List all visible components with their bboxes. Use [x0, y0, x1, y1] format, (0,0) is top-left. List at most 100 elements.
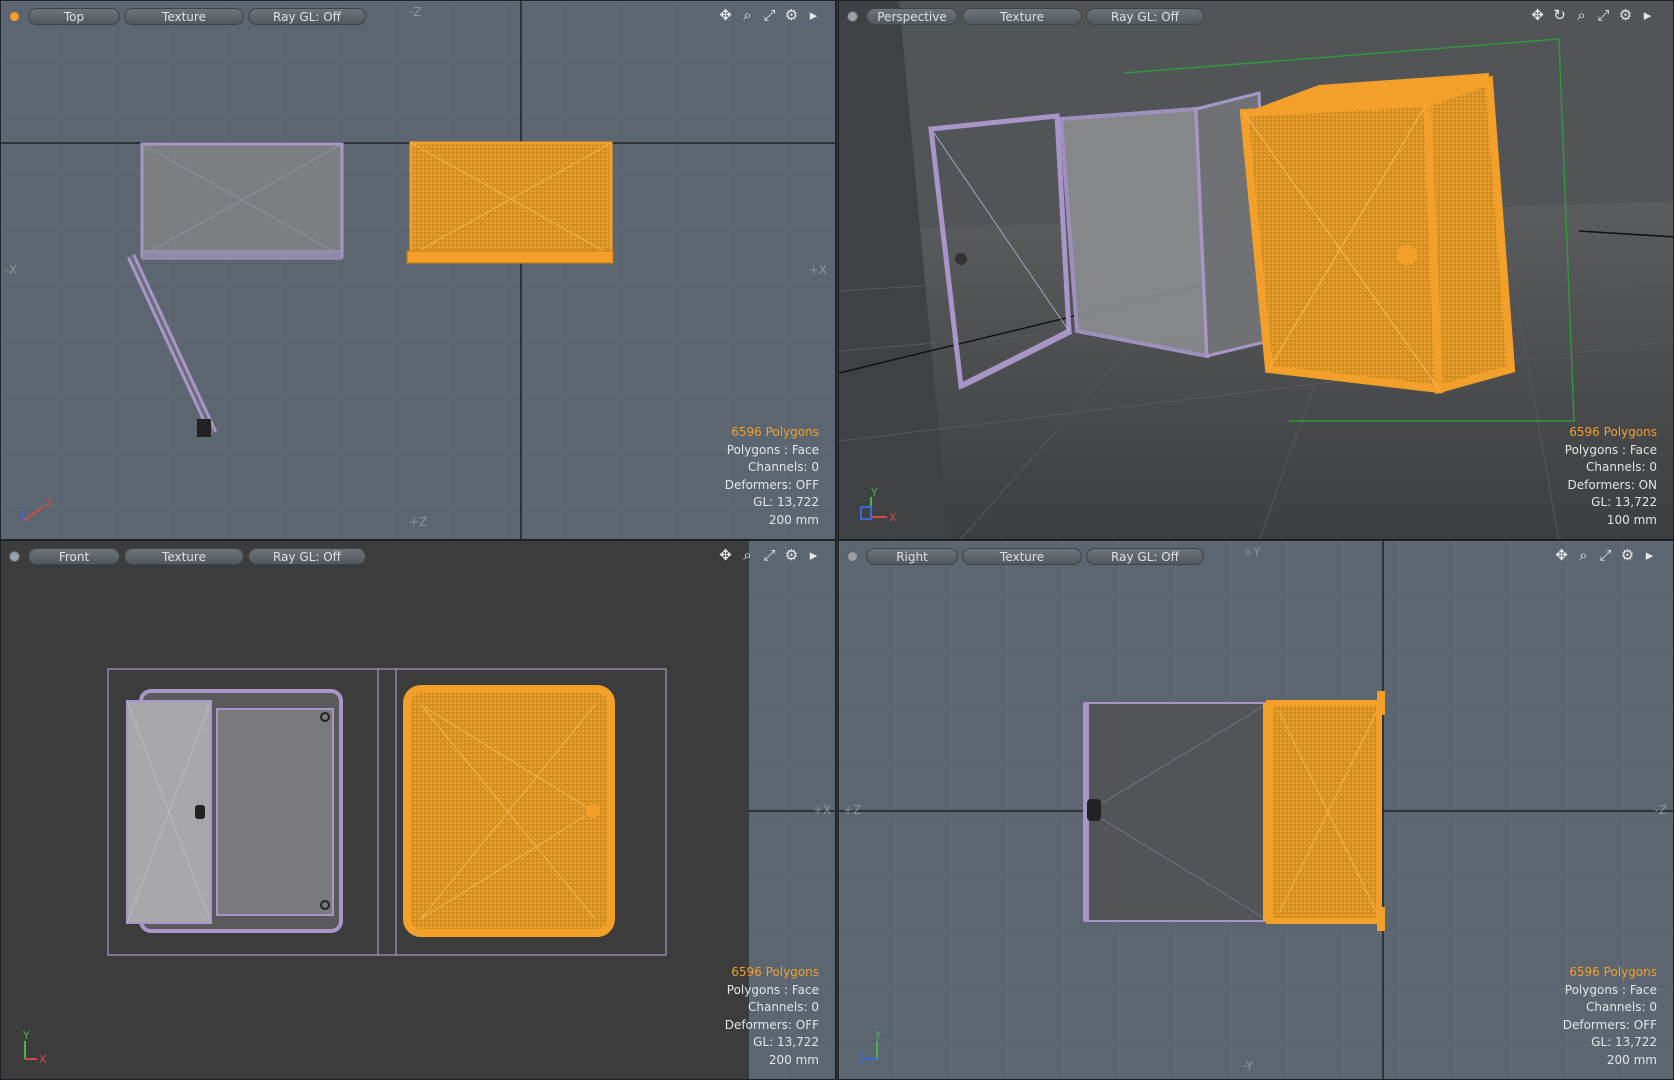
raygl-dropdown[interactable]: Ray GL: Off [1086, 7, 1204, 25]
deformers-status: Deformers: ON [1567, 477, 1657, 492]
expand-arrow-icon[interactable]: ▸ [1639, 7, 1656, 24]
viewport-toolbar: Top Texture Ray GL: Off [5, 6, 366, 26]
deformers-status: Deformers: OFF [724, 1017, 819, 1032]
axis-label-right: +X [813, 803, 832, 817]
viewport-top[interactable]: Top Texture Ray GL: Off ✥ ⌕ ⤢ ⚙ ▸ -Z +Z … [0, 0, 836, 540]
raygl-dropdown[interactable]: Ray GL: Off [248, 547, 366, 565]
channels-count: Channels: 0 [1585, 1000, 1657, 1014]
channels-count: Channels: 0 [747, 1000, 819, 1014]
zoom-icon[interactable]: ⌕ [1575, 547, 1592, 564]
raygl-dropdown[interactable]: Ray GL: Off [248, 7, 366, 25]
axis-label-right: -Z [1654, 803, 1667, 817]
expand-arrow-icon[interactable]: ▸ [805, 547, 822, 564]
grid-scale: 200 mm [1606, 1052, 1657, 1067]
gear-icon[interactable]: ⚙ [783, 7, 800, 24]
expand-arrow-icon[interactable]: ▸ [1641, 547, 1658, 564]
shading-dropdown[interactable]: Texture [962, 7, 1082, 25]
enclosure-selected-front[interactable] [403, 685, 615, 937]
enclosure-selected-top[interactable] [406, 141, 614, 264]
grid-scale: 200 mm [768, 1052, 819, 1067]
axis-gizmo: Z [22, 497, 53, 522]
gizmo-y-label: Y [22, 1029, 30, 1042]
selection-mode: Polygons : Face [1564, 982, 1657, 997]
axis-gizmo: Y X [22, 1029, 47, 1065]
axis-label-right: +X [808, 263, 827, 277]
axis-gizmo: Y Z [857, 1029, 882, 1065]
viewport-info: 6596 Polygons Polygons : Face Channels: … [725, 964, 819, 1069]
move-view-icon[interactable]: ✥ [717, 547, 734, 564]
gear-icon[interactable]: ⚙ [783, 547, 800, 564]
maximize-icon[interactable]: ⤢ [761, 547, 778, 564]
viewport-menu-toggle[interactable] [847, 10, 858, 22]
move-view-icon[interactable]: ✥ [717, 7, 734, 24]
viewport-info: 6596 Polygons Polygons : Face Channels: … [725, 424, 819, 529]
gl-count: GL: 13,722 [753, 1035, 819, 1049]
selection-mode: Polygons : Face [726, 982, 819, 997]
gizmo-y-label: Y [870, 487, 878, 499]
shading-dropdown[interactable]: Texture [962, 547, 1082, 565]
grid-scale: 200 mm [768, 512, 819, 527]
maximize-icon[interactable]: ⤢ [1595, 7, 1612, 24]
viewport-menu-toggle[interactable] [9, 550, 20, 562]
axis-label-top: -Z [409, 5, 422, 19]
maximize-icon[interactable]: ⤢ [1597, 547, 1614, 564]
polygon-count: 6596 Polygons [731, 965, 819, 979]
viewport-nav-tools: ✥ ⌕ ⤢ ⚙ ▸ [1553, 547, 1658, 564]
gizmo-x-label: X [39, 1053, 47, 1065]
gizmo-x-label: X [889, 511, 897, 524]
front-view-scene[interactable] [1, 541, 836, 1080]
raygl-dropdown[interactable]: Ray GL: Off [1086, 547, 1204, 565]
viewport-toolbar: Right Texture Ray GL: Off [843, 546, 1204, 566]
axis-label-top: +Y [1243, 545, 1261, 559]
viewport-info: 6596 Polygons Polygons : Face Channels: … [1565, 424, 1657, 529]
enclosure-unselected-front[interactable] [126, 689, 343, 933]
right-view-scene[interactable] [839, 541, 1674, 1080]
deformers-status: Deformers: OFF [1562, 1017, 1657, 1032]
shading-dropdown[interactable]: Texture [124, 7, 244, 25]
viewport-menu-toggle[interactable] [847, 550, 858, 562]
move-view-icon[interactable]: ✥ [1553, 547, 1570, 564]
viewport-menu-toggle[interactable] [9, 10, 20, 22]
viewport-nav-tools: ✥ ⌕ ⤢ ⚙ ▸ [717, 547, 822, 564]
view-type-dropdown[interactable]: Right [866, 547, 958, 565]
channels-count: Channels: 0 [747, 460, 819, 474]
top-view-scene[interactable] [1, 1, 836, 540]
view-type-dropdown[interactable]: Perspective [866, 7, 958, 25]
gear-icon[interactable]: ⚙ [1619, 547, 1636, 564]
zoom-icon[interactable]: ⌕ [1573, 7, 1590, 24]
viewport-nav-tools: ✥ ⌕ ⤢ ⚙ ▸ [717, 7, 822, 24]
polygon-count: 6596 Polygons [1569, 425, 1657, 439]
view-type-dropdown[interactable]: Front [28, 547, 120, 565]
polygon-count: 6596 Polygons [1569, 965, 1657, 979]
viewport-info: 6596 Polygons Polygons : Face Channels: … [1563, 964, 1657, 1069]
zoom-icon[interactable]: ⌕ [739, 7, 756, 24]
polygon-count: 6596 Polygons [731, 425, 819, 439]
gizmo-z-label: Z [857, 1053, 865, 1065]
axis-label-left: -X [5, 263, 17, 277]
enclosure-unselected-right[interactable] [1083, 702, 1270, 922]
axis-label-bottom: +Z [409, 515, 428, 529]
expand-arrow-icon[interactable]: ▸ [805, 7, 822, 24]
viewport-toolbar: Front Texture Ray GL: Off [5, 546, 366, 566]
perspective-scene[interactable] [839, 1, 1674, 540]
move-view-icon[interactable]: ✥ [1529, 7, 1546, 24]
gear-icon[interactable]: ⚙ [1617, 7, 1634, 24]
enclosure-selected-persp[interactable] [1239, 73, 1516, 395]
viewport-front[interactable]: Front Texture Ray GL: Off ✥ ⌕ ⤢ ⚙ ▸ +X Y… [0, 540, 836, 1080]
shading-dropdown[interactable]: Texture [124, 547, 244, 565]
viewport-right[interactable]: Right Texture Ray GL: Off ✥ ⌕ ⤢ ⚙ ▸ +Y -… [838, 540, 1674, 1080]
viewport-perspective[interactable]: Perspective Texture Ray GL: Off ✥ ↻ ⌕ ⤢ … [838, 0, 1674, 540]
gizmo-y-label: Y [874, 1029, 882, 1042]
viewport-toolbar: Perspective Texture Ray GL: Off [843, 6, 1204, 26]
channels-count: Channels: 0 [1585, 460, 1657, 474]
zoom-icon[interactable]: ⌕ [739, 547, 756, 564]
viewport-nav-tools: ✥ ↻ ⌕ ⤢ ⚙ ▸ [1529, 7, 1656, 24]
view-type-dropdown[interactable]: Top [28, 7, 120, 25]
axis-label-bottom: -Y [1243, 1059, 1254, 1073]
axis-gizmo: Y X [860, 487, 897, 524]
enclosure-selected-right[interactable] [1263, 691, 1385, 931]
rotate-view-icon[interactable]: ↻ [1551, 7, 1568, 24]
maximize-icon[interactable]: ⤢ [761, 7, 778, 24]
selection-mode: Polygons : Face [1564, 442, 1657, 457]
gl-count: GL: 13,722 [753, 495, 819, 509]
